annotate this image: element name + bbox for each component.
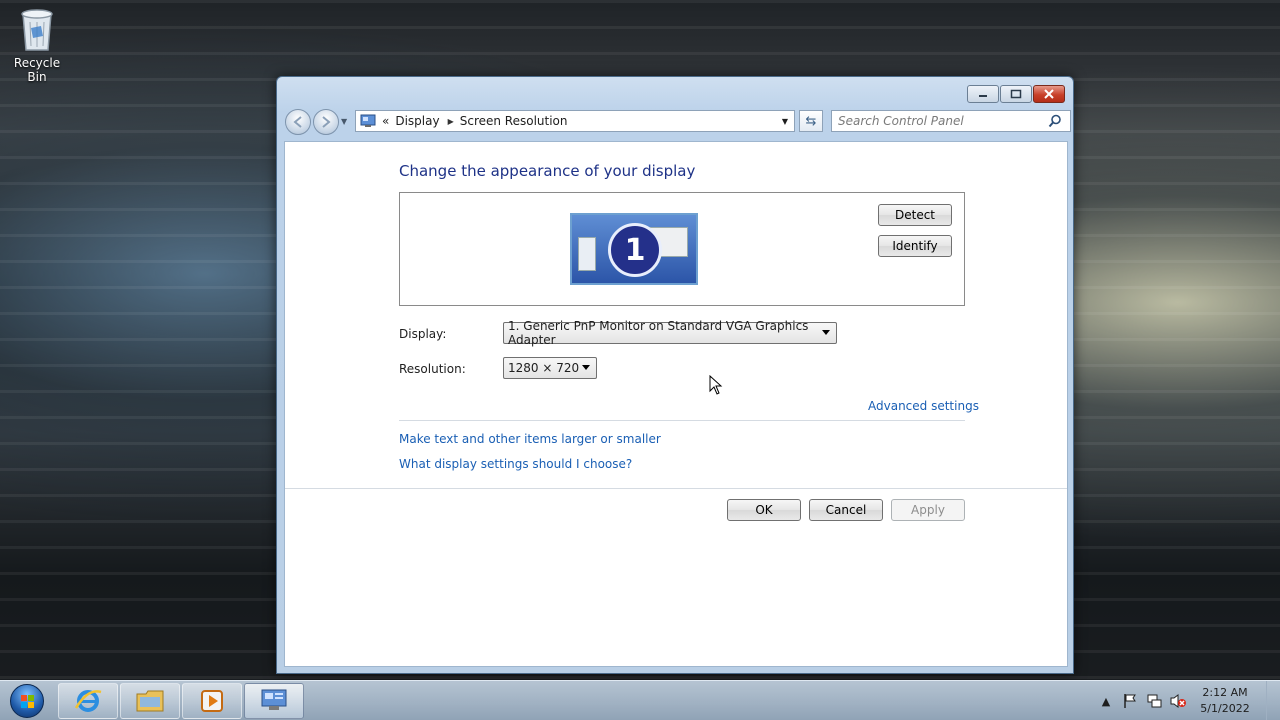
internet-explorer-taskbar-button[interactable]: [58, 683, 118, 719]
folder-icon: [136, 690, 164, 712]
display-help-link[interactable]: What display settings should I choose?: [399, 457, 632, 471]
action-center-flag-icon[interactable]: [1121, 692, 1139, 710]
content-pane: Change the appearance of your display 1 …: [284, 141, 1068, 667]
windows-explorer-taskbar-button[interactable]: [120, 683, 180, 719]
display-label: Display:: [399, 327, 447, 341]
recent-pages-dropdown[interactable]: ▼: [341, 117, 347, 126]
windows-logo-icon: [10, 684, 44, 718]
network-icon[interactable]: [1145, 692, 1163, 710]
identify-button[interactable]: Identify: [878, 235, 952, 257]
search-box[interactable]: [831, 110, 1071, 132]
cancel-button[interactable]: Cancel: [809, 499, 883, 521]
apply-button[interactable]: Apply: [891, 499, 965, 521]
detect-button[interactable]: Detect: [878, 204, 952, 226]
mouse-pointer-icon: [709, 374, 723, 398]
caption-buttons: [967, 85, 1065, 103]
back-button[interactable]: [285, 109, 311, 135]
minimize-button[interactable]: [967, 85, 999, 103]
advanced-settings-link[interactable]: Advanced settings: [868, 399, 979, 413]
recycle-bin-shortcut[interactable]: Recycle Bin: [4, 6, 70, 84]
refresh-button[interactable]: ⇆: [799, 110, 823, 132]
address-history-dropdown[interactable]: ▼: [782, 117, 788, 126]
monitor-number-badge: 1: [608, 223, 662, 277]
taskbar: ▲ 2:12 AM 5/1/2022: [0, 680, 1280, 720]
display-select-value: 1. Generic PnP Monitor on Standard VGA G…: [508, 319, 809, 347]
monitor-window-decoration: [578, 237, 596, 271]
close-icon: [1044, 89, 1054, 99]
volume-muted-icon[interactable]: [1169, 692, 1187, 710]
forward-arrow-icon: [322, 116, 331, 128]
system-clock[interactable]: 2:12 AM 5/1/2022: [1190, 685, 1260, 717]
minimize-icon: [979, 95, 987, 97]
clock-time: 2:12 AM: [1202, 686, 1248, 699]
resolution-select[interactable]: 1280 × 720: [503, 357, 597, 379]
chevron-down-icon: [822, 330, 830, 335]
control-panel-icon: [261, 689, 287, 710]
recycle-bin-icon: [17, 6, 57, 52]
ok-button[interactable]: OK: [727, 499, 801, 521]
start-button[interactable]: [4, 682, 50, 720]
back-arrow-icon: [293, 116, 302, 128]
navigation-bar: ▼ « Display ▶ Screen Resolution ▼ ⇆: [285, 109, 1071, 135]
control-panel-taskbar-button[interactable]: [244, 683, 304, 719]
forward-button[interactable]: [313, 109, 339, 135]
recycle-bin-label: Recycle Bin: [13, 56, 61, 84]
resolution-select-value: 1280 × 720: [508, 361, 580, 375]
page-title: Change the appearance of your display: [399, 162, 696, 180]
search-input[interactable]: [838, 114, 1048, 128]
divider: [285, 488, 1067, 489]
media-player-icon: [201, 690, 223, 712]
show-desktop-button[interactable]: [1266, 681, 1280, 720]
display-select[interactable]: 1. Generic PnP Monitor on Standard VGA G…: [503, 319, 837, 347]
resolution-label: Resolution:: [399, 362, 466, 376]
maximize-button[interactable]: [1000, 85, 1032, 103]
internet-explorer-icon: [74, 690, 102, 712]
breadcrumb-screen-resolution[interactable]: Screen Resolution: [460, 114, 568, 128]
breadcrumb-overflow[interactable]: «: [382, 114, 389, 128]
control-panel-icon: [360, 114, 376, 127]
text-size-link[interactable]: Make text and other items larger or smal…: [399, 432, 661, 446]
monitor-arrangement-area: 1 Detect Identify: [399, 192, 965, 306]
monitor-1-thumbnail[interactable]: 1: [570, 213, 698, 285]
divider: [399, 420, 965, 421]
address-bar[interactable]: « Display ▶ Screen Resolution ▼: [355, 110, 795, 132]
close-button[interactable]: [1033, 85, 1065, 103]
search-icon[interactable]: [1048, 114, 1062, 128]
notification-area: ▲ 2:12 AM 5/1/2022: [1094, 681, 1280, 720]
refresh-icon: ⇆: [805, 113, 817, 129]
show-hidden-icons-icon[interactable]: ▲: [1097, 692, 1115, 710]
media-player-taskbar-button[interactable]: [182, 683, 242, 719]
chevron-down-icon: [582, 365, 590, 370]
maximize-icon: [1010, 89, 1022, 99]
breadcrumb-separator-icon[interactable]: ▶: [448, 117, 454, 126]
clock-date: 5/1/2022: [1200, 702, 1250, 715]
screen-resolution-window: ▼ « Display ▶ Screen Resolution ▼ ⇆ Chan…: [276, 76, 1074, 674]
breadcrumb-display[interactable]: Display: [395, 114, 439, 128]
